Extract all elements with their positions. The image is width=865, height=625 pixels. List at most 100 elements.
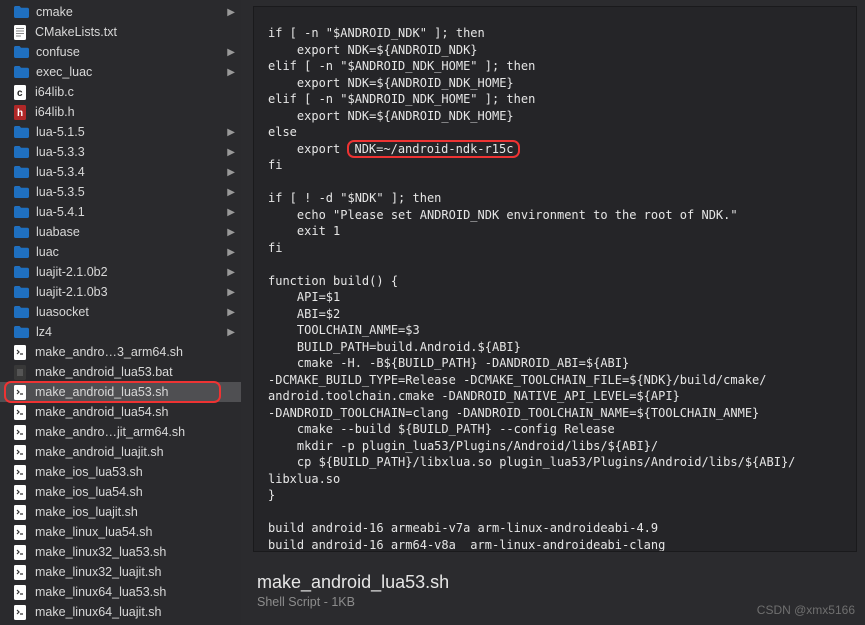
folder-item[interactable]: cmake ▶ [0,2,241,22]
file-icon [14,565,28,580]
file-item[interactable]: make_android_luajit.sh [0,442,241,462]
folder-icon [14,126,29,138]
folder-item[interactable]: luasocket ▶ [0,302,241,322]
folder-item[interactable]: lz4▶ [0,322,241,342]
svg-text:h: h [17,108,23,119]
code-pre: if [ -n "$ANDROID_NDK" ]; then export ND… [268,26,535,156]
tree-item-label: make_linux32_lua53.sh [35,545,235,559]
chevron-right-icon: ▶ [227,127,235,138]
main-panel: if [ -n "$ANDROID_NDK" ]; then export ND… [241,0,865,625]
file-icon [14,445,28,460]
file-item[interactable]: make_android_lua53.bat [0,362,241,382]
tree-item-label: make_andro…jit_arm64.sh [35,425,235,439]
chevron-right-icon: ▶ [227,247,235,258]
file-icon [14,585,28,600]
folder-item[interactable]: lua-5.1.5 ▶ [0,122,241,142]
folder-icon [14,226,29,238]
tree-item-label: lua-5.3.5 [36,185,223,199]
folder-item[interactable]: lua-5.3.3▶ [0,142,241,162]
svg-text:c: c [17,88,23,99]
tree-item-label: i64lib.h [35,105,235,119]
file-item[interactable]: h i64lib.h [0,102,241,122]
folder-item[interactable]: lua-5.3.4 ▶ [0,162,241,182]
code-post: fi if [ ! -d "$NDK" ]; then echo "Please… [268,158,795,552]
tree-item-label: make_linux_lua54.sh [35,525,235,539]
chevron-right-icon: ▶ [227,227,235,238]
file-icon [14,345,28,360]
chevron-right-icon: ▶ [227,47,235,58]
folder-icon [14,46,29,58]
tree-item-label: lua-5.3.4 [36,165,223,179]
tree-item-label: make_ios_lua53.sh [35,465,235,479]
tree-item-label: confuse [36,45,223,59]
file-icon [14,25,28,40]
file-icon [14,505,28,520]
folder-icon [14,326,29,338]
tree-item-label: CMakeLists.txt [35,25,235,39]
file-item[interactable]: make_andro…jit_arm64.sh [0,422,241,442]
file-item[interactable]: make_linux_lua54.sh [0,522,241,542]
chevron-right-icon: ▶ [227,287,235,298]
file-item[interactable]: make_android_lua54.sh [0,402,241,422]
chevron-right-icon: ▶ [227,187,235,198]
folder-item[interactable]: luajit-2.1.0b3 ▶ [0,282,241,302]
file-item[interactable]: make_ios_luajit.sh [0,502,241,522]
code-viewer[interactable]: if [ -n "$ANDROID_NDK" ]; then export ND… [253,6,857,552]
folder-item[interactable]: luajit-2.1.0b2▶ [0,262,241,282]
tree-item-label: make_android_lua53.bat [35,365,235,379]
tree-item-label: make_andro…3_arm64.sh [35,345,235,359]
file-item[interactable]: make_ios_lua53.sh [0,462,241,482]
highlighted-code: NDK=~/android-ndk-r15c [347,140,520,158]
tree-item-label: make_linux64_lua53.sh [35,585,235,599]
file-item[interactable]: make_linux64_lua53.sh [0,582,241,602]
folder-item[interactable]: lua-5.4.1 ▶ [0,202,241,222]
chevron-right-icon: ▶ [227,167,235,178]
tree-item-label: make_android_lua54.sh [35,405,235,419]
chevron-right-icon: ▶ [227,327,235,338]
file-item[interactable]: make_andro…3_arm64.sh [0,342,241,362]
tree-item-label: make_ios_lua54.sh [35,485,235,499]
tree-item-label: i64lib.c [35,85,235,99]
folder-item[interactable]: lua-5.3.5 ▶ [0,182,241,202]
file-tree-sidebar[interactable]: cmake▶CMakeLists.txtconfuse▶exec_luac▶ci… [0,0,241,625]
folder-icon [14,6,29,18]
file-item[interactable]: c i64lib.c [0,82,241,102]
file-icon [14,545,28,560]
folder-item[interactable]: luac ▶ [0,242,241,262]
chevron-right-icon: ▶ [227,207,235,218]
folder-icon [14,66,29,78]
tree-item-label: make_android_lua53.sh [35,385,235,399]
tree-item-label: luajit-2.1.0b2 [36,265,223,279]
tree-item-label: luasocket [36,305,223,319]
folder-icon [14,146,29,158]
chevron-right-icon: ▶ [227,7,235,18]
file-icon [14,465,28,480]
tree-item-label: lua-5.1.5 [36,125,223,139]
file-icon [14,485,28,500]
file-icon [14,605,28,620]
folder-item[interactable]: luabase▶ [0,222,241,242]
tree-item-label: luac [36,245,223,259]
file-item[interactable]: make_android_lua53.sh [0,382,241,402]
folder-icon [14,286,29,298]
folder-item[interactable]: confuse ▶ [0,42,241,62]
file-item[interactable]: make_linux64_luajit.sh [0,602,241,622]
file-item[interactable]: make_linux32_lua53.sh [0,542,241,562]
folder-item[interactable]: exec_luac▶ [0,62,241,82]
file-icon: h [14,105,28,120]
file-icon [14,405,28,420]
tree-item-label: lua-5.4.1 [36,205,223,219]
tree-item-label: cmake [36,5,223,19]
tree-item-label: luajit-2.1.0b3 [36,285,223,299]
chevron-right-icon: ▶ [227,67,235,78]
chevron-right-icon: ▶ [227,147,235,158]
file-item[interactable]: make_linux32_luajit.sh [0,562,241,582]
folder-icon [14,266,29,278]
file-icon [14,425,28,440]
file-item[interactable]: make_ios_lua54.sh [0,482,241,502]
file-item[interactable]: CMakeLists.txt [0,22,241,42]
folder-icon [14,246,29,258]
file-name: make_android_lua53.sh [257,572,849,593]
chevron-right-icon: ▶ [227,307,235,318]
file-icon [14,365,28,380]
